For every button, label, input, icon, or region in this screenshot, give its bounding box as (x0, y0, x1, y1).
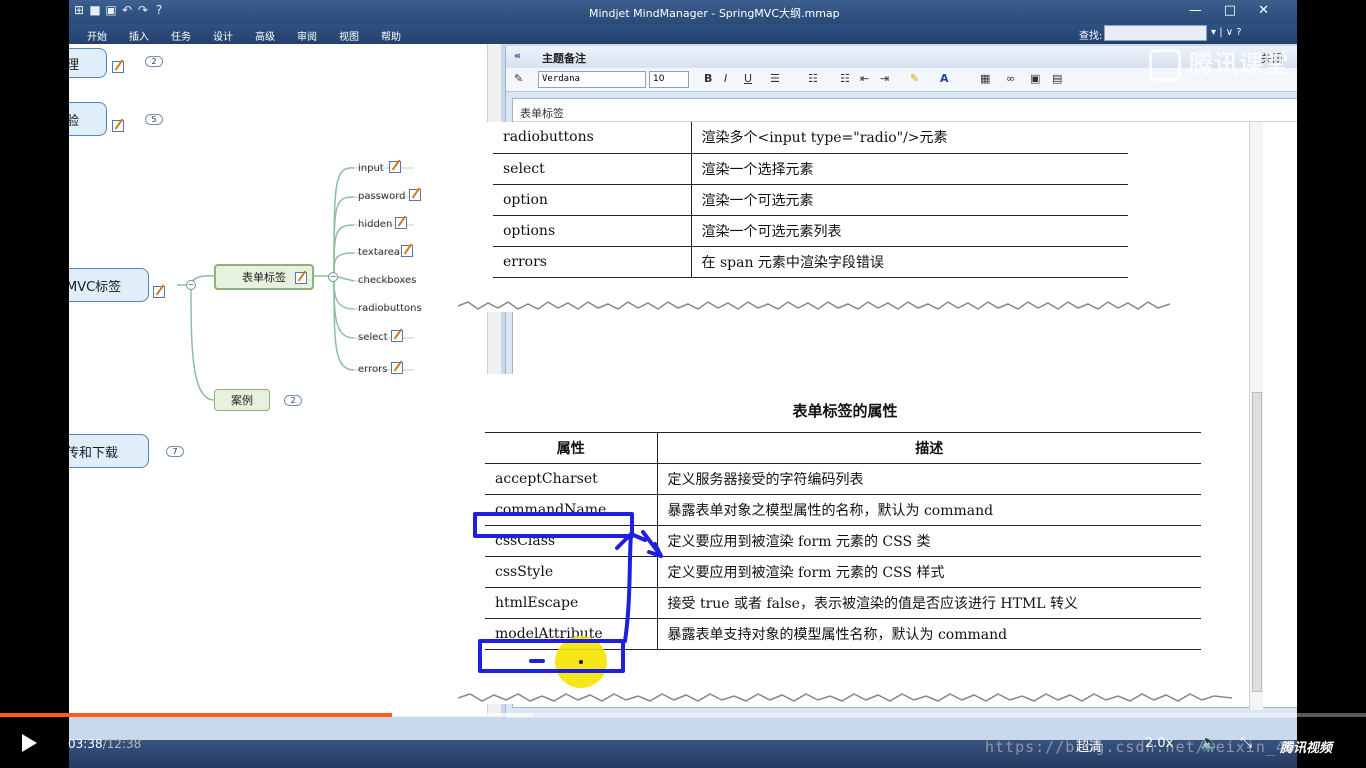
fullscreen-icon[interactable]: ⤡ (1240, 733, 1252, 751)
quality-button[interactable]: 超清 (1076, 736, 1102, 755)
tencent-video-logo: 腾讯视频 (1280, 741, 1333, 756)
progress-played (0, 713, 393, 717)
play-icon[interactable] (22, 734, 37, 752)
time-display: 03:38/12:38 (68, 737, 142, 751)
pen-annotation (473, 512, 663, 688)
video-frame[interactable]: ⊞ ■ ▣ ↶ ↷ ? Mindjet MindManager - Spring… (69, 0, 1297, 768)
tencent-classroom-watermark: 腾讯课堂 (1149, 44, 1289, 81)
progress-bar[interactable] (0, 713, 1366, 717)
speed-button[interactable]: 2.0x (1145, 736, 1173, 751)
volume-icon[interactable]: 🔈 (1200, 733, 1220, 752)
annotation-box-commandname (473, 512, 634, 538)
progress-buffered (392, 713, 533, 717)
video-player[interactable]: ⊞ ■ ▣ ↶ ↷ ? Mindjet MindManager - Spring… (0, 0, 1366, 768)
